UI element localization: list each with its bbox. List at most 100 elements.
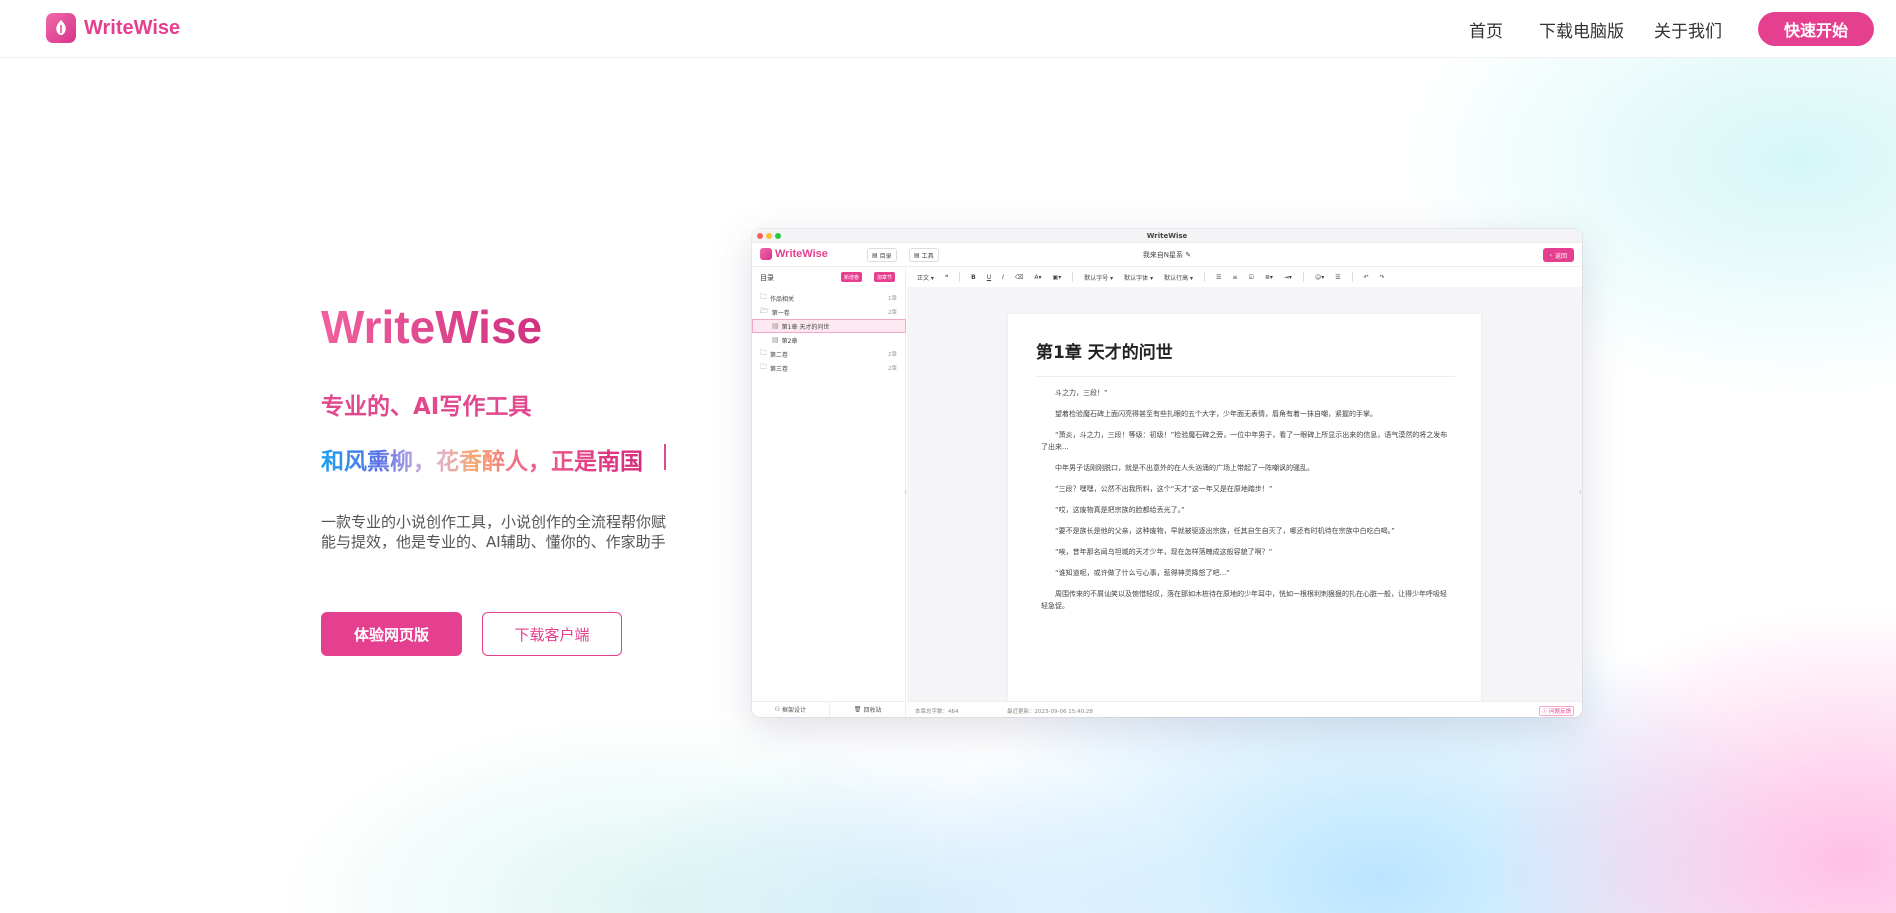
tree-item-count: 2章	[888, 366, 897, 372]
sidebar-heading: 目录	[760, 274, 774, 282]
main-nav: 首页 下载电脑版 关于我们 快速开始	[1469, 0, 1896, 58]
tree-item-volume[interactable]: 🗀 第三卷 2章	[752, 361, 906, 375]
toolbar-divider	[959, 272, 961, 282]
tree-item-volume[interactable]: 🗀 第二卷 2章	[752, 347, 906, 361]
app-preview-window: WriteWise WriteWise ▤ 目录 ▤ 工具 我来自N星系 ✎ ‹…	[752, 229, 1582, 717]
paragraph: “谁知道呢，或许做了什么亏心事，惹得神灵降怒了吧...”	[1055, 569, 1230, 577]
quote-icon[interactable]: ❝	[945, 274, 948, 281]
new-volume-button[interactable]: 新增卷	[841, 272, 863, 282]
file-icon: ▤	[772, 322, 779, 330]
paragraph: 中年男子话刚刚脱口，就是不出意外的在人头汹涌的广场上带起了一阵嘲讽的骚乱。	[1055, 464, 1314, 472]
back-label: 返回	[1554, 252, 1567, 260]
tree-item-label: 第二卷	[770, 351, 789, 359]
site-logo[interactable]: WriteWise	[46, 13, 180, 43]
highlight-icon[interactable]: ▣▾	[1053, 274, 1062, 281]
chapter-title[interactable]: 第1章 天才的问世	[1036, 338, 1173, 363]
hero-typewriter-text: 和风熏柳，花香醉人，正是南国	[321, 442, 643, 476]
font-family-label: 默认字体	[1124, 274, 1149, 282]
font-color-icon[interactable]: A▾	[1034, 274, 1041, 281]
nav-about[interactable]: 关于我们	[1654, 17, 1722, 42]
window-title: WriteWise	[1146, 232, 1188, 240]
site-header: WriteWise 首页 下载电脑版 关于我们 快速开始	[0, 0, 1896, 58]
file-icon: ▤	[772, 336, 779, 344]
toolbar-divider	[1204, 272, 1206, 282]
framework-design-label: 框架设计	[781, 707, 806, 714]
paragraph: 斗之力，三段！”	[1055, 389, 1108, 397]
recycle-bin-button[interactable]: 🗑 回收站	[830, 702, 907, 717]
emoji-icon[interactable]: ☺▾	[1315, 274, 1324, 281]
book-title[interactable]: 我来自N星系 ✎	[752, 250, 1582, 260]
collapse-right-icon[interactable]: ‹	[1579, 487, 1582, 496]
status-bar: 本章总字数：464 最近更新：2023-09-06 15:40:28 ⓘ 问题反…	[907, 701, 1582, 717]
title-divider	[1036, 376, 1455, 377]
tree-item-count: 2章	[888, 310, 897, 316]
hero-description: 一款专业的小说创作工具，小说创作的全流程帮你赋能与提效，他是专业的、AI辅助、懂…	[321, 513, 667, 551]
chapter-tree: 🗀 作品相关 1章 🗁 第一卷 2章 ▤ 第1章 天才的问世 ▤ 第2章 🗀 第…	[752, 291, 906, 375]
folder-icon: 🗀	[760, 362, 767, 371]
typing-cursor	[664, 444, 666, 470]
line-height-select[interactable]: 默认行高 ▾	[1164, 273, 1193, 282]
framework-design-button[interactable]: ⚇ 框架设计	[752, 702, 830, 717]
undo-icon[interactable]: ↶	[1364, 274, 1369, 281]
paragraph-style-select[interactable]: 正文 ▾	[917, 273, 934, 282]
hero-subtitle: 专业的、AI写作工具	[321, 394, 532, 420]
edit-pencil-icon: ✎	[1185, 251, 1192, 259]
add-chapter-button[interactable]: 加章节	[874, 272, 896, 282]
recycle-bin-label: 回收站	[863, 707, 882, 714]
divider-line-icon[interactable]: ☰	[1335, 274, 1340, 281]
word-count: 本章总字数：464	[915, 709, 959, 715]
trash-icon: 🗑	[853, 706, 862, 713]
document-page[interactable]: 第1章 天才的问世 斗之力，三段！” 望着检验魔石碑上面闪亮得甚至有些扎眼的五个…	[1008, 314, 1481, 704]
paragraph: 周围传来的不屑讪笑以及惋惜轻叹，落在那如木桩待在原地的少年耳中，恍如一根根利刺狠…	[1041, 590, 1447, 610]
font-size-select[interactable]: 默认字号 ▾	[1084, 273, 1113, 282]
bullet-list-icon[interactable]: ☰	[1216, 274, 1221, 281]
toolbar-divider	[1302, 272, 1304, 282]
redo-icon[interactable]: ↷	[1380, 274, 1385, 281]
eraser-icon[interactable]: ⌫	[1015, 274, 1023, 281]
nav-download-desktop[interactable]: 下载电脑版	[1539, 17, 1624, 42]
indent-icon[interactable]: ⇥▾	[1284, 274, 1292, 281]
bold-icon[interactable]: B	[971, 274, 976, 281]
window-titlebar: WriteWise	[752, 229, 1582, 243]
download-client-button[interactable]: 下载客户端	[482, 612, 622, 656]
numbered-list-icon[interactable]: ≡	[1232, 274, 1237, 281]
tree-item-count: 2章	[888, 352, 897, 358]
collapse-left-icon[interactable]: ‹	[904, 487, 907, 496]
underline-icon[interactable]: U	[987, 274, 991, 281]
chapter-body[interactable]: 斗之力，三段！” 望着检验魔石碑上面闪亮得甚至有些扎眼的五个大字，少年面无表情，…	[1041, 387, 1451, 621]
quill-logo-icon	[46, 13, 76, 43]
tree-item-label: 第1章 天才的问世	[781, 323, 830, 331]
nav-home[interactable]: 首页	[1469, 17, 1503, 42]
editor-toolbar: 正文 ▾ ❝ B U I ⌫ A▾ ▣▾ 默认字号 ▾ 默认字体 ▾ 默认行高 …	[907, 267, 1582, 287]
catalog-sidebar: 目录 新增卷 加章节 🗀 作品相关 1章 🗁 第一卷 2章 ▤ 第1章 天才的问…	[752, 267, 906, 717]
paragraph: “三段？嘿嘿，公然不出我所料，这个“天才”这一年又是在原地踏步！”	[1055, 485, 1273, 493]
logo-text: WriteWise	[84, 16, 181, 39]
font-size-label: 默认字号	[1084, 274, 1109, 282]
feedback-label: 问题反馈	[1548, 709, 1571, 715]
tree-item-chapter-active[interactable]: ▤ 第1章 天才的问世	[752, 319, 906, 333]
font-family-select[interactable]: 默认字体 ▾	[1124, 273, 1153, 282]
tree-item-volume[interactable]: 🗀 作品相关 1章	[752, 291, 906, 305]
try-web-button[interactable]: 体验网页版	[321, 612, 462, 656]
tree-item-chapter[interactable]: ▤ 第2章	[752, 333, 906, 347]
paragraph: “唉，昔年那名闻乌坦城的天才少年，现在怎样落魄成这般容貌了啊？”	[1055, 548, 1273, 556]
app-topbar: WriteWise ▤ 目录 ▤ 工具 我来自N星系 ✎ ‹ 返回	[752, 243, 1582, 267]
paragraph-style-label: 正文	[917, 274, 930, 282]
paragraph: “哎，这废物真是把宗族的脸都给丢光了。”	[1055, 506, 1185, 514]
checklist-icon[interactable]: ☑	[1248, 274, 1253, 281]
paragraph: “要不是族长是他的父亲，这种废物，早就被驱逐出宗族，任其自生自灭了，哪还有时机待…	[1055, 527, 1395, 535]
tree-item-volume[interactable]: 🗁 第一卷 2章	[752, 305, 906, 319]
tree-item-label: 作品相关	[770, 295, 795, 303]
back-button[interactable]: ‹ 返回	[1542, 248, 1574, 262]
tree-item-count: 1章	[888, 296, 897, 302]
chevron-left-icon: ‹	[1549, 251, 1552, 259]
feedback-button[interactable]: ⓘ 问题反馈	[1538, 706, 1574, 716]
paragraph: “萧炎，斗之力，三段！等级：初级！”检验魔石碑之旁，一位中年男子，看了一眼碑上所…	[1041, 431, 1448, 451]
folder-icon: 🗀	[760, 348, 767, 357]
italic-icon[interactable]: I	[1002, 274, 1004, 281]
tree-item-label: 第一卷	[771, 309, 790, 317]
last-updated: 最近更新：2023-09-06 15:40:28	[1007, 709, 1093, 715]
quick-start-button[interactable]: 快速开始	[1758, 12, 1874, 46]
tree-item-label: 第2章	[781, 337, 798, 345]
align-icon[interactable]: ≣▾	[1265, 274, 1273, 281]
